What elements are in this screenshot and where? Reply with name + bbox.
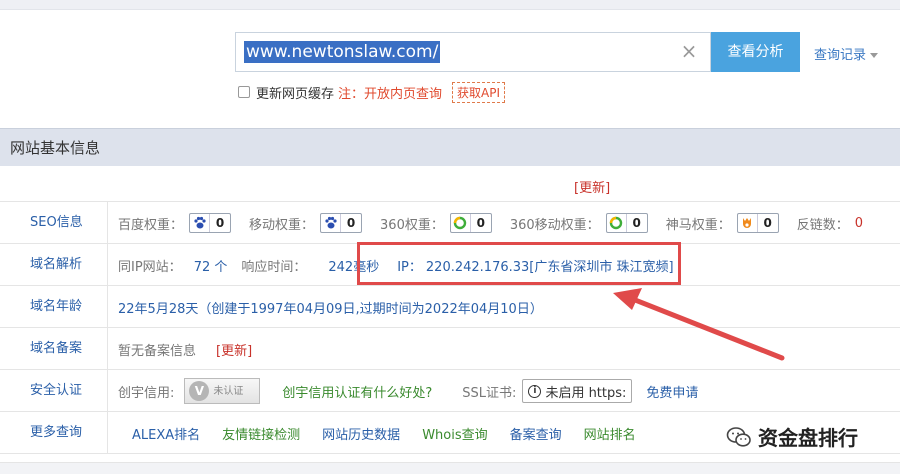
security-row: 安全认证 创宇信用: V 未认证 创宇信用认证有什么好处? SSL证书: i 未… [0, 370, 900, 412]
same-ip-value[interactable]: 72 个 [194, 256, 228, 275]
search-box[interactable]: www.newtonslaw.com/ × [235, 32, 711, 72]
update-cache-label: 更新网页缓存 [256, 86, 335, 102]
verified-icon: V [189, 381, 210, 401]
site-rank-link[interactable]: 网站排名 [584, 424, 636, 443]
response-time-value: 242毫秒 [328, 259, 380, 275]
age-label[interactable]: 域名年龄 [0, 286, 108, 328]
credit-label: 创宇信用: [118, 385, 175, 401]
360-mobile-weight-label: 360移动权重： [509, 217, 600, 233]
shenma-icon [738, 214, 758, 232]
icp-value: 暂无备案信息 [118, 343, 197, 359]
get-api-button[interactable]: 获取API [452, 81, 506, 103]
cert-status-text: 未认证 [213, 385, 244, 397]
360-mobile-weight-value: 0 [632, 216, 641, 230]
top-bar [0, 0, 900, 10]
ip-label: IP： [397, 259, 422, 275]
icp-label[interactable]: 域名备案 [0, 328, 108, 370]
wechat-icon [726, 426, 751, 447]
360-mobile-weight-badge[interactable]: 0 [605, 213, 648, 233]
dns-content: 同IP网站： 72 个 响应时间： 242毫秒 IP： 220.242.176.… [118, 244, 674, 286]
icp-update-link[interactable]: [更新] [216, 340, 252, 359]
icp-query-link[interactable]: 备案查询 [510, 424, 562, 443]
360-weight-badge[interactable]: 0 [449, 213, 492, 233]
360-weight-value: 0 [476, 216, 486, 230]
mobile-weight-badge[interactable]: 0 [320, 213, 363, 233]
credit-benefit-link[interactable]: 创宇信用认证有什么好处? [282, 382, 432, 401]
age-content: 22年5月28天（创建于1997年04月09日,过期时间为2022年04月10日… [118, 286, 543, 328]
analyze-button[interactable]: 查看分析 [711, 32, 800, 72]
watermark-text: 资金盘排行 [758, 426, 858, 450]
backlinks-value[interactable]: 0 [855, 216, 863, 231]
query-history-link[interactable]: 查询记录 [814, 44, 879, 63]
security-content: 创宇信用: V 未认证 创宇信用认证有什么好处? SSL证书: i 未启用 ht… [118, 370, 698, 412]
update-link[interactable]: [更新] [574, 177, 610, 196]
update-cache-checkbox[interactable] [238, 86, 250, 98]
shenma-weight-label: 神马权重： [665, 217, 731, 233]
credit-cert-badge[interactable]: V 未认证 [184, 378, 261, 404]
age-row: 域名年龄 22年5月28天（创建于1997年04月09日,过期时间为2022年0… [0, 286, 900, 328]
search-input[interactable]: www.newtonslaw.com/ [244, 41, 441, 63]
icp-row: 域名备案 暂无备案信息 [更新] [0, 328, 900, 370]
icp-content: 暂无备案信息 [更新] [118, 328, 252, 370]
ssl-status-text: 未启用 https: [545, 385, 627, 401]
seo-label[interactable]: SEO信息 [0, 202, 108, 244]
more-label[interactable]: 更多查询 [0, 412, 108, 454]
baidu-weight-value: 0 [215, 216, 225, 230]
mobile-weight-value: 0 [346, 216, 356, 230]
query-history-label: 查询记录 [814, 48, 867, 63]
friend-link-check-link[interactable]: 友情链接检测 [222, 424, 300, 443]
baidu-weight-badge[interactable]: 0 [189, 213, 232, 233]
info-icon: i [528, 384, 542, 398]
alexa-link[interactable]: ALEXA排名 [132, 424, 200, 443]
ssl-status-box[interactable]: i 未启用 https: [522, 379, 633, 403]
cache-row: 更新网页缓存 注：开放内页查询 获取API [238, 81, 506, 103]
ssl-label: SSL证书: [462, 385, 517, 401]
whois-link[interactable]: Whois查询 [422, 424, 487, 443]
section-title: 网站基本信息 [0, 128, 900, 166]
domain-age-value: 22年5月28天（创建于1997年04月09日,过期时间为2022年04月10日… [118, 301, 543, 317]
bottom-strip [0, 462, 900, 474]
shenma-weight-badge[interactable]: 0 [736, 213, 779, 233]
360-icon [607, 214, 627, 232]
seo-row: SEO信息 百度权重： 0 移动权重： 0 360权重： 0 360移动权重： … [0, 202, 900, 244]
360-icon [451, 214, 471, 232]
update-row: [更新] [0, 166, 900, 202]
close-icon[interactable]: × [680, 41, 698, 61]
info-table: SEO信息 百度权重： 0 移动权重： 0 360权重： 0 360移动权重： … [0, 202, 900, 454]
baidu-weight-label: 百度权重： [118, 217, 184, 233]
same-ip-label: 同IP网站： [118, 259, 182, 275]
dns-row: 域名解析 同IP网站： 72 个 响应时间： 242毫秒 IP： 220.242… [0, 244, 900, 286]
chevron-down-icon [870, 53, 879, 58]
history-data-link[interactable]: 网站历史数据 [322, 424, 400, 443]
response-time-label: 响应时间： [241, 259, 307, 275]
security-label[interactable]: 安全认证 [0, 370, 108, 412]
360-weight-label: 360权重： [380, 217, 444, 233]
more-content: ALEXA排名 友情链接检测 网站历史数据 Whois查询 备案查询 网站排名 [132, 412, 636, 454]
watermark: 资金盘排行 [726, 422, 858, 451]
paw-icon [321, 214, 342, 232]
mobile-weight-label: 移动权重： [249, 217, 315, 233]
paw-icon [190, 214, 211, 232]
ip-value[interactable]: 220.242.176.33[广东省深圳市 珠江宽频] [426, 256, 674, 275]
seo-content: 百度权重： 0 移动权重： 0 360权重： 0 360移动权重： 0 神马权重… [118, 202, 863, 244]
ssl-apply-link[interactable]: 免费申请 [646, 382, 698, 401]
dns-label[interactable]: 域名解析 [0, 244, 108, 286]
backlinks-label: 反链数： [796, 217, 849, 233]
shenma-weight-value: 0 [763, 216, 772, 230]
inner-page-note: 注：开放内页查询 [338, 86, 443, 102]
